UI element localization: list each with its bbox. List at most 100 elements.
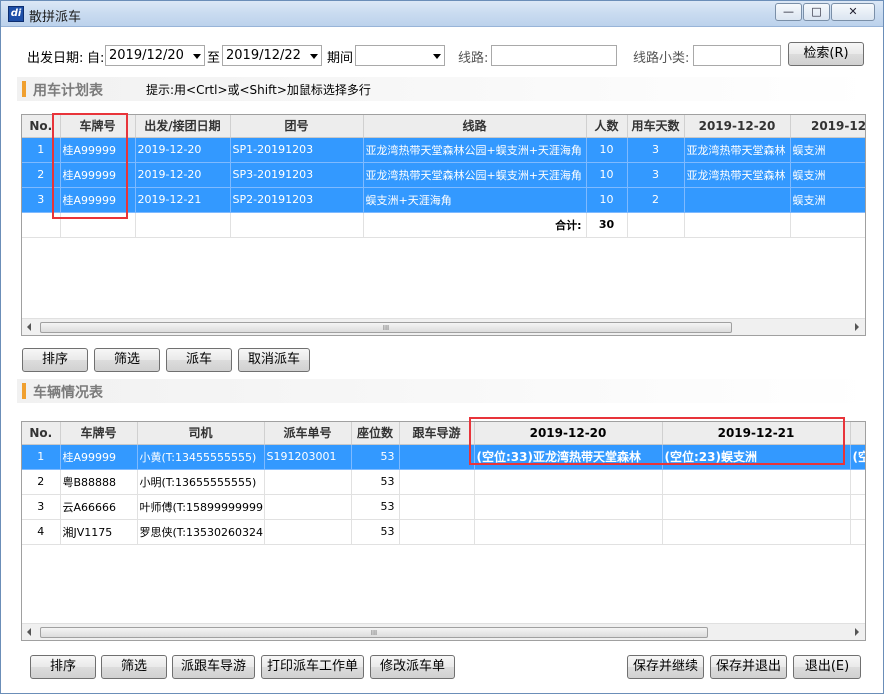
cell-plate: 桂A99999 <box>60 187 136 213</box>
vehicle-sort-button[interactable]: 排序 <box>30 655 96 679</box>
period-select[interactable] <box>355 45 445 66</box>
vehicle-section-header: 车辆情况表 <box>17 379 873 403</box>
exit-button[interactable]: 退出(E) <box>793 655 861 679</box>
cell-day1: 亚龙湾热带天堂森林 <box>684 137 791 163</box>
cell-order <box>264 494 352 520</box>
col-header[interactable]: 2019-12-20 <box>684 115 791 138</box>
cell-day2 <box>662 469 851 495</box>
minimize-button[interactable]: — <box>775 3 802 21</box>
cell-seats: 53 <box>351 469 400 495</box>
col-header[interactable]: 车牌号 <box>60 115 136 138</box>
to-date-picker[interactable]: 2019/12/22 <box>222 45 322 66</box>
save-continue-button[interactable]: 保存并继续 <box>627 655 704 679</box>
maximize-button[interactable]: □ <box>803 3 830 21</box>
col-header[interactable]: 用车天数 <box>627 115 685 138</box>
plan-horizontal-scrollbar[interactable]: III <box>22 318 865 335</box>
chevron-down-icon <box>310 54 318 59</box>
vehicle-horizontal-scrollbar[interactable]: III <box>22 623 865 640</box>
scroll-left-icon[interactable] <box>27 628 31 636</box>
table-row[interactable]: 4 湘JV1175 罗思侠(T:13530260324) 53 <box>22 519 865 545</box>
cell-group: SP3-20191203 <box>230 162 364 188</box>
dispatch-button[interactable]: 派车 <box>166 348 232 372</box>
cell-day2: 蜈支洲 <box>790 137 865 163</box>
cell-route: 蜈支洲+天涯海角 <box>363 187 587 213</box>
col-header[interactable]: No. <box>22 115 61 138</box>
modify-order-button[interactable]: 修改派车单 <box>370 655 455 679</box>
table-row[interactable]: 3 云A66666 叶师傅(T:15899999999) 53 <box>22 494 865 520</box>
to-label: 至 <box>207 51 221 66</box>
col-header[interactable]: 车牌号 <box>60 422 138 445</box>
col-header[interactable]: 2019-12-21 <box>662 422 851 445</box>
cell-order: S191203001 <box>264 444 352 470</box>
cell-day2 <box>662 519 851 545</box>
plan-filter-button[interactable]: 筛选 <box>94 348 160 372</box>
cell-days: 3 <box>627 162 685 188</box>
search-button[interactable]: 检索(R) <box>788 42 864 66</box>
cell-guide <box>399 519 475 545</box>
scroll-thumb[interactable]: III <box>40 322 732 333</box>
vehicle-header-row: No. 车牌号 司机 派车单号 座位数 跟车导游 2019-12-20 2019… <box>22 422 865 445</box>
col-header[interactable]: 团号 <box>230 115 364 138</box>
cell-day1 <box>474 494 663 520</box>
route-category-input[interactable] <box>693 45 781 66</box>
section-marker <box>22 383 26 399</box>
col-header[interactable]: 2019-12- <box>790 115 865 138</box>
cell-people: 10 <box>586 187 628 213</box>
col-header[interactable]: No. <box>22 422 61 445</box>
col-header[interactable]: 司机 <box>137 422 265 445</box>
cell-order <box>264 469 352 495</box>
assign-guide-button[interactable]: 派跟车导游 <box>172 655 255 679</box>
scroll-right-icon[interactable] <box>855 628 859 636</box>
cell-order <box>264 519 352 545</box>
save-exit-button[interactable]: 保存并退出 <box>710 655 787 679</box>
col-header[interactable]: 线路 <box>363 115 587 138</box>
period-label: 期间 <box>327 51 354 66</box>
chevron-down-icon <box>433 54 441 59</box>
scroll-thumb[interactable]: III <box>40 627 708 638</box>
col-header[interactable]: 出发/接团日期 <box>135 115 231 138</box>
cell-days: 3 <box>627 137 685 163</box>
cell-guide <box>399 494 475 520</box>
col-header[interactable]: 座位数 <box>351 422 400 445</box>
cell-seats: 53 <box>351 494 400 520</box>
cancel-dispatch-button[interactable]: 取消派车 <box>238 348 310 372</box>
from-date-picker[interactable]: 2019/12/20 <box>105 45 205 66</box>
dispatch-window: di 散拼派车 — □ ✕ 出发日期: 自: 2019/12/20 至 2019… <box>0 0 884 694</box>
cell-day3 <box>850 494 865 520</box>
col-header[interactable]: 跟车导游 <box>399 422 475 445</box>
cell-plate: 湘JV1175 <box>60 519 138 545</box>
table-row[interactable]: 3 桂A99999 2019-12-21 SP2-20191203 蜈支洲+天涯… <box>22 187 865 213</box>
total-value: 30 <box>586 212 628 238</box>
window-title: 散拼派车 <box>29 10 82 25</box>
table-row[interactable]: 1 桂A99999 小黄(T:13455555555) S191203001 5… <box>22 444 865 470</box>
cell-guide <box>399 444 475 470</box>
cell-day2: 蜈支洲 <box>790 187 865 213</box>
vehicle-filter-button[interactable]: 筛选 <box>101 655 167 679</box>
col-header[interactable]: 2019-12-20 <box>474 422 663 445</box>
from-label: 自: <box>87 51 105 66</box>
cell-day1: (空位:33)亚龙湾热带天堂森林 <box>474 444 663 470</box>
close-button[interactable]: ✕ <box>831 3 875 21</box>
table-row[interactable]: 1 桂A99999 2019-12-20 SP1-20191203 亚龙湾热带天… <box>22 137 865 163</box>
cell-no: 4 <box>22 519 61 545</box>
cell-seats: 53 <box>351 519 400 545</box>
plan-sort-button[interactable]: 排序 <box>22 348 88 372</box>
cell-day3 <box>850 519 865 545</box>
cell-driver: 罗思侠(T:13530260324) <box>137 519 265 545</box>
table-row[interactable]: 2 粤B88888 小明(T:13655555555) 53 <box>22 469 865 495</box>
cell-day1 <box>474 519 663 545</box>
cell-day1: 亚龙湾热带天堂森林 <box>684 162 791 188</box>
col-header[interactable]: 人数 <box>586 115 628 138</box>
col-header[interactable] <box>850 422 865 445</box>
from-date-value: 2019/12/20 <box>109 48 184 63</box>
cell-guide <box>399 469 475 495</box>
scroll-right-icon[interactable] <box>855 323 859 331</box>
col-header[interactable]: 派车单号 <box>264 422 352 445</box>
scroll-left-icon[interactable] <box>27 323 31 331</box>
route-input[interactable] <box>491 45 617 66</box>
table-row[interactable]: 2 桂A99999 2019-12-20 SP3-20191203 亚龙湾热带天… <box>22 162 865 188</box>
print-order-button[interactable]: 打印派车工作单 <box>261 655 364 679</box>
plan-section-title: 用车计划表 <box>33 83 103 99</box>
cell-people: 10 <box>586 162 628 188</box>
cell-date: 2019-12-21 <box>135 187 231 213</box>
